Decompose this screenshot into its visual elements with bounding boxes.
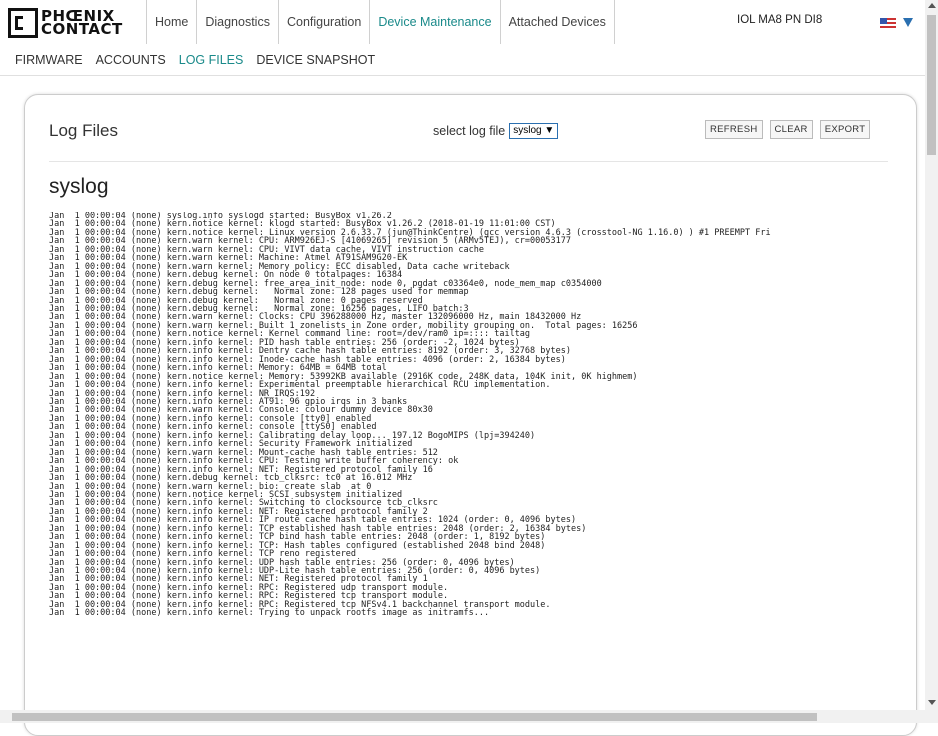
us-flag-icon[interactable] — [880, 18, 896, 28]
export-button[interactable]: EXPORT — [819, 120, 871, 139]
scroll-down-icon[interactable] — [928, 700, 936, 705]
main-tabs: Home Diagnostics Configuration Device Ma… — [146, 0, 615, 44]
select-arrow-icon: ▼ — [544, 125, 555, 136]
log-line: Jan 1 00:00:04 (none) kern.info kernel: … — [49, 608, 490, 619]
select-log-label: select log file — [433, 124, 506, 138]
clear-button[interactable]: CLEAR — [769, 120, 813, 139]
logo-line-2: CONTACT — [41, 20, 123, 38]
subtab-firmware[interactable]: FIRMWARE — [15, 53, 83, 67]
logo-text: PHŒNIX CONTACT — [41, 9, 123, 38]
refresh-button[interactable]: REFRESH — [705, 120, 763, 139]
tab-attached-devices[interactable]: Attached Devices — [499, 0, 615, 44]
subtab-log-files[interactable]: LOG FILES — [179, 53, 244, 67]
log-files-panel: Log Files select log file syslog ▼ REFRE… — [24, 94, 917, 736]
scroll-up-icon[interactable] — [928, 3, 936, 8]
logo-mark-icon — [8, 8, 38, 38]
tab-device-maintenance[interactable]: Device Maintenance — [369, 0, 499, 44]
vertical-scrollbar[interactable] — [925, 0, 938, 723]
subtab-device-snapshot[interactable]: DEVICE SNAPSHOT — [256, 53, 375, 67]
tab-home[interactable]: Home — [146, 0, 196, 44]
horizontal-scrollbar[interactable] — [0, 710, 925, 723]
tab-diagnostics[interactable]: Diagnostics — [196, 0, 278, 44]
sub-navigation: FIRMWARE ACCOUNTS LOG FILES DEVICE SNAPS… — [0, 44, 925, 76]
log-content[interactable]: Jan 1 00:00:04 (none) syslog.info syslog… — [49, 212, 929, 712]
vertical-scroll-thumb[interactable] — [927, 15, 936, 155]
log-file-select[interactable]: syslog ▼ — [509, 123, 559, 139]
phoenix-contact-logo[interactable]: PHŒNIX CONTACT — [8, 8, 123, 38]
horizontal-scroll-thumb[interactable] — [12, 713, 817, 721]
subtab-accounts[interactable]: ACCOUNTS — [96, 53, 166, 67]
action-buttons: REFRESH CLEAR EXPORT — [705, 120, 877, 139]
log-file-selector: select log file syslog ▼ — [433, 123, 559, 139]
divider — [49, 161, 888, 162]
log-file-select-value: syslog — [513, 125, 542, 136]
page-title: Log Files — [49, 121, 118, 140]
tab-configuration[interactable]: Configuration — [277, 0, 369, 44]
device-name: IOL MA8 PN DI8 — [737, 14, 823, 26]
log-name-heading: syslog — [49, 175, 109, 198]
top-navigation: PHŒNIX CONTACT Home Diagnostics Configur… — [0, 0, 925, 44]
language-dropdown-icon[interactable] — [903, 18, 913, 27]
